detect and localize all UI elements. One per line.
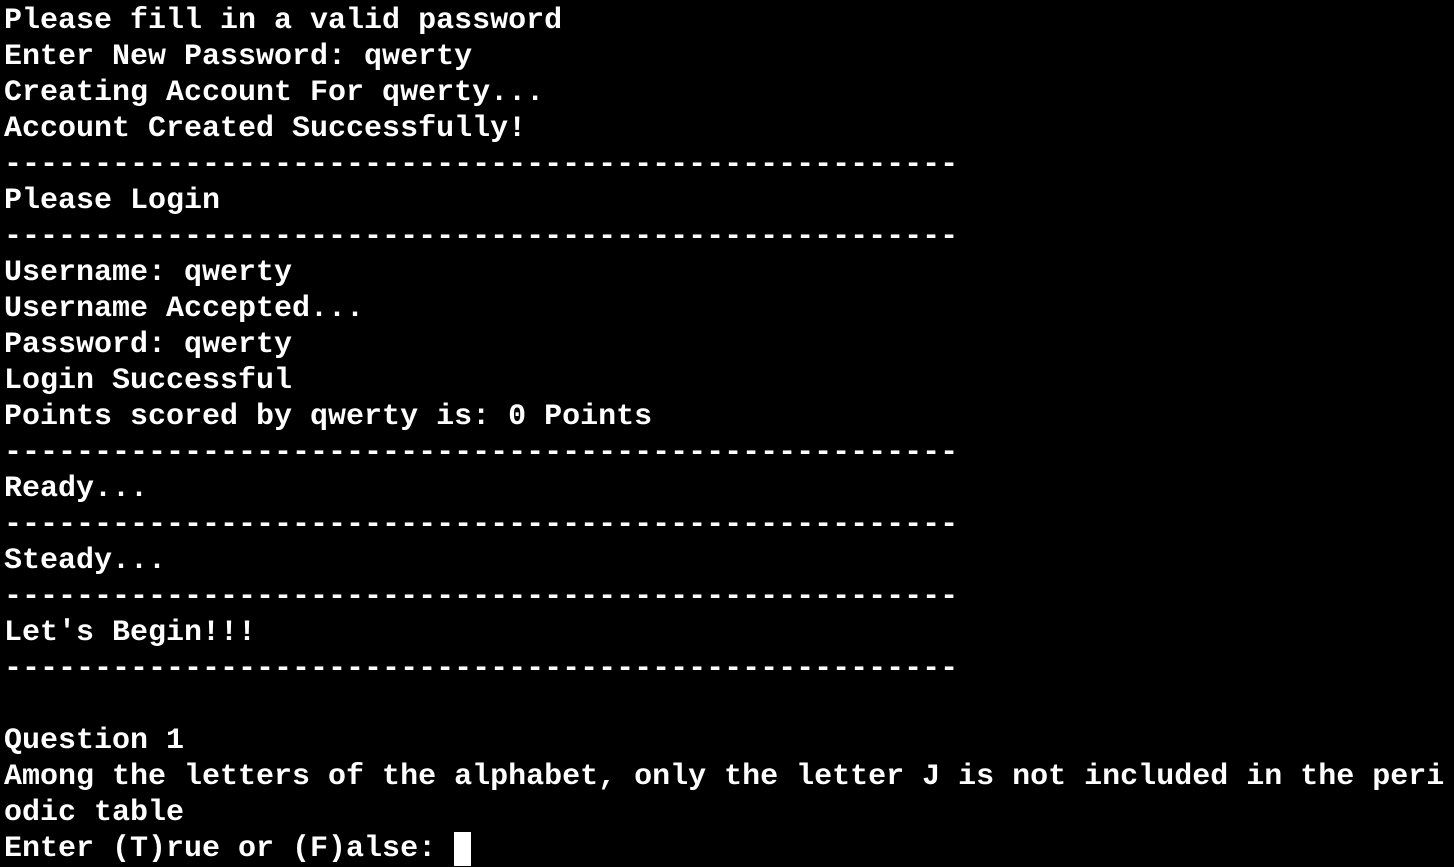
separator-line: ----------------------------------------… (4, 580, 959, 614)
separator-line: ----------------------------------------… (4, 436, 959, 470)
terminal-line: Please fill in a valid password (4, 4, 563, 38)
terminal-line: Points scored by qwerty is: 0 Points (4, 400, 653, 434)
separator-line: ----------------------------------------… (4, 148, 959, 182)
terminal-line: Username: qwerty (4, 256, 293, 290)
text-cursor (454, 832, 472, 866)
terminal-line: Enter New Password: qwerty (4, 40, 473, 74)
terminal-line: Login Successful (4, 364, 293, 398)
answer-prompt: Enter (T)rue or (F)alse: (4, 832, 455, 866)
terminal-window[interactable]: Please fill in a valid password Enter Ne… (0, 0, 1454, 866)
answer-prompt-line[interactable]: Enter (T)rue or (F)alse: (4, 831, 1454, 867)
terminal-line: Account Created Successfully! (4, 112, 527, 146)
terminal-line: Username Accepted... (4, 292, 365, 326)
separator-line: ----------------------------------------… (4, 652, 959, 686)
terminal-line: Let's Begin!!! (4, 616, 257, 650)
terminal-line: Creating Account For qwerty... (4, 76, 545, 110)
terminal-line: Steady... (4, 544, 167, 578)
terminal-line: Password: qwerty (4, 328, 293, 362)
question-text-wrap: odic table (4, 796, 185, 830)
question-text: Among the letters of the alphabet, only … (4, 760, 1445, 794)
separator-line: ----------------------------------------… (4, 508, 959, 542)
terminal-line: Ready... (4, 472, 149, 506)
terminal-line: Please Login (4, 184, 221, 218)
separator-line: ----------------------------------------… (4, 220, 959, 254)
question-number: Question 1 (4, 724, 185, 758)
